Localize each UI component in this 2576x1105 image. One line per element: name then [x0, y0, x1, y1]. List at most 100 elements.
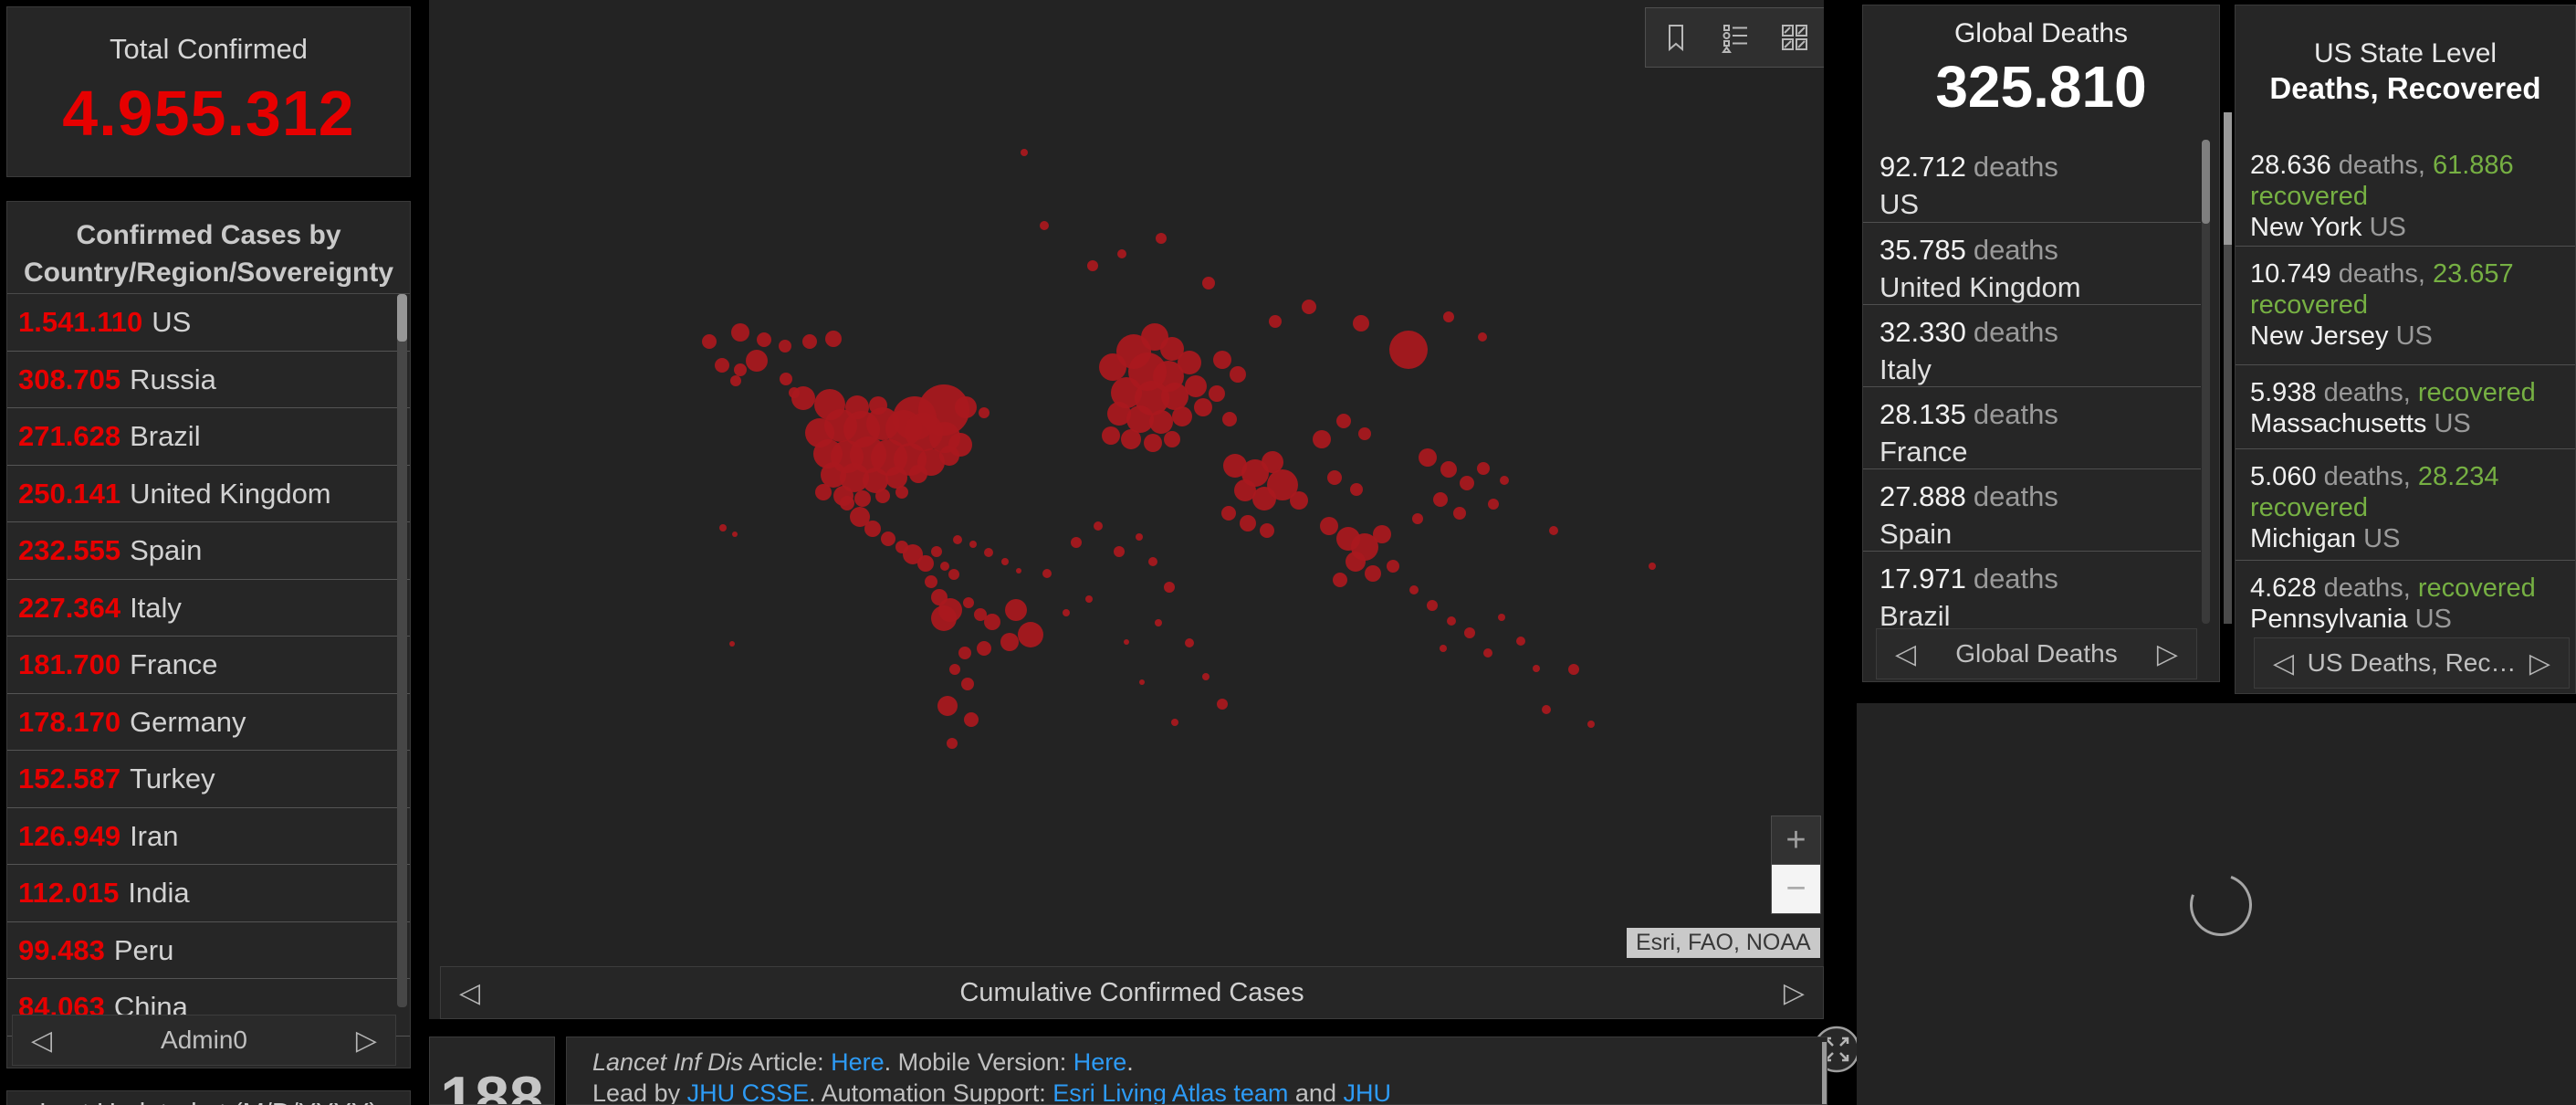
map-bubble[interactable]: [1419, 448, 1437, 467]
bookmark-icon[interactable]: [1650, 10, 1702, 65]
country-row[interactable]: 112.015India: [7, 865, 410, 922]
map-bubble[interactable]: [1164, 431, 1180, 447]
country-row[interactable]: 232.555Spain: [7, 522, 410, 580]
map-bubble[interactable]: [1016, 568, 1021, 574]
map-bubble[interactable]: [1453, 507, 1466, 520]
map-bubble[interactable]: [1217, 699, 1228, 710]
map-bubble[interactable]: [1185, 375, 1207, 397]
country-row[interactable]: 308.705Russia: [7, 352, 410, 409]
map-bubble[interactable]: [1568, 664, 1579, 675]
map-bubble[interactable]: [730, 375, 741, 386]
map-bubble[interactable]: [984, 614, 1000, 630]
map-bubble[interactable]: [881, 531, 895, 546]
map-bubble[interactable]: [1353, 315, 1369, 332]
map-bubble[interactable]: [953, 535, 962, 544]
map-bubble[interactable]: [1516, 637, 1525, 646]
country-row[interactable]: 99.483Peru: [7, 922, 410, 980]
map-bubble[interactable]: [963, 597, 974, 608]
deaths-row[interactable]: 92.712deaths US: [1863, 140, 2201, 222]
map-bubble[interactable]: [1087, 260, 1098, 271]
map-bubble[interactable]: [1124, 639, 1129, 645]
map-bubble[interactable]: [1373, 525, 1391, 543]
map-bubble[interactable]: [1230, 366, 1246, 383]
deaths-row[interactable]: 17.971deaths Brazil: [1863, 551, 2201, 633]
map-bubble[interactable]: [1447, 616, 1456, 626]
map-bubble[interactable]: [964, 712, 979, 727]
map-bubble[interactable]: [802, 334, 817, 349]
map-bubble[interactable]: [702, 334, 717, 349]
map-bubble[interactable]: [1213, 351, 1231, 369]
zoom-out-button[interactable]: −: [1772, 865, 1820, 913]
pager-prev-icon[interactable]: ◁: [1895, 638, 1916, 670]
map-bubble[interactable]: [731, 323, 749, 342]
map-bubble[interactable]: [1549, 526, 1558, 535]
map-bubble[interactable]: [791, 386, 815, 410]
map-bubble[interactable]: [1440, 645, 1447, 652]
country-row[interactable]: 152.587Turkey: [7, 751, 410, 808]
map-bubble[interactable]: [1005, 599, 1027, 621]
info-panel-scrollbar[interactable]: [1822, 1042, 1827, 1104]
map-bubble[interactable]: [1336, 414, 1351, 428]
map-bubble[interactable]: [961, 678, 974, 690]
map-bubble[interactable]: [1085, 595, 1093, 603]
map-bubble[interactable]: [1121, 429, 1141, 449]
map-bubble[interactable]: [1389, 331, 1428, 369]
map-bubble[interactable]: [955, 396, 977, 418]
map-bubble[interactable]: [1139, 679, 1145, 685]
map-bubble[interactable]: [977, 641, 991, 656]
world-map[interactable]: + − Esri, FAO, NOAA ◁ Cumulative Confirm…: [429, 0, 1824, 1019]
jhu-csse-link[interactable]: JHU CSSE: [687, 1079, 810, 1105]
map-bubble[interactable]: [937, 696, 958, 716]
country-list-scrollbar-track[interactable]: [397, 294, 407, 1007]
country-row[interactable]: 250.141United Kingdom: [7, 466, 410, 523]
pager-next-icon[interactable]: ▷: [2529, 647, 2550, 679]
map-bubble[interactable]: [1477, 462, 1490, 475]
map-bubble[interactable]: [940, 562, 949, 571]
map-bubble[interactable]: [1000, 633, 1019, 651]
map-bubble[interactable]: [734, 363, 747, 376]
map-bubble[interactable]: [1185, 638, 1194, 647]
map-bubble[interactable]: [1042, 569, 1052, 578]
map-bubble[interactable]: [1409, 585, 1419, 595]
map-bubble[interactable]: [1483, 648, 1492, 658]
country-row[interactable]: 271.628Brazil: [7, 408, 410, 466]
map-bubble[interactable]: [715, 358, 729, 373]
map-bubble[interactable]: [948, 569, 959, 580]
deaths-row[interactable]: 35.785deaths United Kingdom: [1863, 222, 2201, 304]
country-list-scrollbar-thumb[interactable]: [397, 294, 407, 342]
pager-prev-icon[interactable]: ◁: [2273, 647, 2294, 679]
country-row[interactable]: 227.364Italy: [7, 580, 410, 637]
map-bubble[interactable]: [864, 521, 881, 537]
us-state-scrollbar-thumb[interactable]: [2224, 112, 2232, 245]
map-bubble[interactable]: [1194, 398, 1212, 416]
map-bubble[interactable]: [1202, 673, 1209, 680]
map-bubble[interactable]: [931, 605, 957, 631]
map-bubble[interactable]: [746, 350, 768, 372]
map-bubble[interactable]: [984, 548, 993, 557]
country-row[interactable]: 181.700France: [7, 637, 410, 694]
map-bubble[interactable]: [1117, 249, 1126, 258]
map-bubble[interactable]: [1260, 523, 1274, 538]
map-bubble[interactable]: [1202, 277, 1215, 289]
pager-prev-icon[interactable]: ◁: [459, 977, 480, 1009]
map-bubble[interactable]: [1313, 430, 1331, 448]
map-bubble[interactable]: [979, 407, 990, 418]
map-bubble[interactable]: [757, 332, 771, 347]
map-bubble[interactable]: [909, 465, 927, 483]
map-bubble[interactable]: [1533, 665, 1540, 672]
map-bubble[interactable]: [1221, 506, 1236, 521]
state-row[interactable]: 28.636 deaths, 61.886 recovered New York…: [2236, 138, 2575, 246]
deaths-row[interactable]: 28.135deaths France: [1863, 386, 2201, 468]
map-bubble[interactable]: [1333, 573, 1347, 587]
map-bubble[interactable]: [1171, 719, 1178, 726]
map-bubble[interactable]: [1071, 537, 1082, 548]
map-bubble[interactable]: [1178, 351, 1201, 374]
map-bubble[interactable]: [1290, 491, 1308, 510]
map-bubble[interactable]: [895, 486, 908, 499]
pager-prev-icon[interactable]: ◁: [31, 1025, 52, 1057]
map-bubble[interactable]: [1001, 558, 1009, 565]
map-bubble[interactable]: [1302, 300, 1316, 314]
map-bubble[interactable]: [1094, 521, 1103, 531]
map-bubble[interactable]: [1327, 470, 1342, 485]
pager-next-icon[interactable]: ▷: [1784, 977, 1805, 1009]
